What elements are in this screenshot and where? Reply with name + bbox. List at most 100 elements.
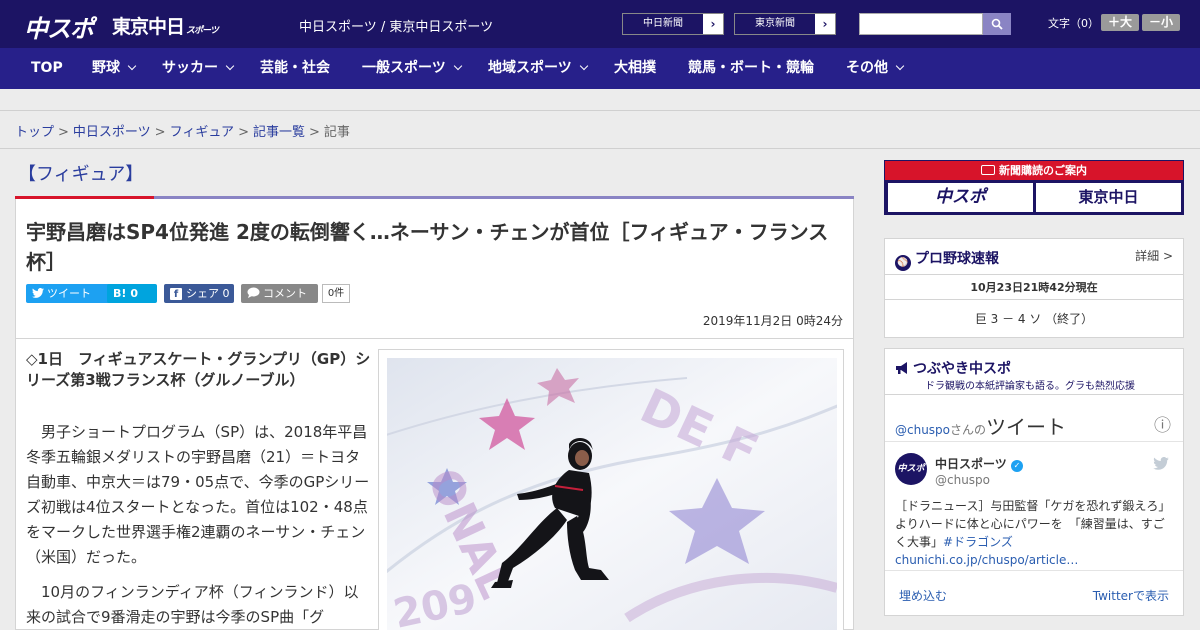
nav-item-other[interactable]: その他 [846, 48, 905, 89]
search-input[interactable] [859, 13, 983, 35]
chunichi-shimbun-button[interactable]: 中日新聞 › [622, 13, 724, 35]
nav-label: サッカー [162, 60, 218, 76]
tsubuyaki-title: つぶやき中スポ [895, 358, 1011, 378]
tweet-user-handle[interactable]: @chuspo [935, 473, 990, 487]
article-photo-frame: ONAL DE F 209 [378, 349, 844, 630]
article-photo[interactable]: ONAL DE F 209 [387, 358, 837, 630]
breadcrumb-article-list[interactable]: 記事一覧 [253, 125, 305, 140]
article-paragraph: 10月のフィンランディア杯（フィンランド）以来の試合で9番滑走の宇野は今季のSP… [26, 583, 359, 626]
chuspo-logo[interactable]: 中スポ [24, 9, 94, 44]
subscription-logo-tokyo: 東京中日 [1036, 183, 1181, 212]
chevron-down-icon [453, 61, 462, 71]
breadcrumb-chunichi-sports[interactable]: 中日スポーツ [73, 125, 151, 140]
tokyo-shimbun-label: 東京新聞 [735, 14, 815, 34]
speech-bubble-icon [247, 287, 260, 298]
nav-item-baseball[interactable]: 野球 [92, 48, 137, 89]
breadcrumb: トップ > 中日スポーツ > フィギュア > 記事一覧 > 記事 [15, 121, 350, 140]
tsubuyaki-title-text: つぶやき中スポ [913, 361, 1011, 377]
tweet-link[interactable]: chunichi.co.jp/chuspo/article… [895, 553, 1078, 567]
avatar[interactable]: 中スポ [895, 453, 927, 485]
tweet-heading: ツイート [986, 415, 1067, 439]
search-button[interactable] [983, 13, 1011, 35]
divider [0, 110, 1200, 111]
nav-item-top[interactable]: TOP [31, 48, 63, 89]
subscription-banner[interactable]: 新聞購読のご案内 中スポ 東京中日 [884, 160, 1184, 215]
breadcrumb-current: 記事 [323, 125, 350, 140]
baseball-score[interactable]: 巨 3 － 4 ソ （終了） [885, 310, 1183, 327]
nav-label: その他 [846, 60, 888, 76]
skater-photo-illustration: ONAL DE F 209 [387, 358, 837, 630]
breadcrumb-sep: > [308, 125, 320, 140]
hatena-icon: B! [113, 287, 127, 300]
subscription-title-text: 新聞購読のご案内 [999, 164, 1087, 177]
divider [0, 148, 1200, 149]
baseball-icon: ⚾ [895, 255, 911, 271]
comment-button[interactable]: コメント [241, 284, 318, 303]
tweet-user-name-text: 中日スポーツ [935, 457, 1007, 471]
breadcrumb-top[interactable]: トップ [15, 125, 54, 140]
tsubuyaki-subtitle: ドラ観戦の本紙評論家も語る。グラも熱烈応援 [925, 381, 1135, 392]
divider [885, 274, 1183, 275]
subscription-logo-chuspo: 中スポ [888, 183, 1033, 212]
nav-item-sumo[interactable]: 大相撲 [614, 48, 656, 89]
tweet-user-name[interactable]: 中日スポーツ ✓ [935, 455, 1023, 472]
baseball-detail-link[interactable]: 詳細 > [1135, 247, 1173, 264]
nav-label: 一般スポーツ [362, 60, 446, 76]
divider [885, 299, 1183, 300]
twitter-bird-icon[interactable] [1153, 455, 1169, 474]
top-header: 中スポ 東京中日 スポーツ 中日スポーツ / 東京中日スポーツ 中日新聞 › 東京… [0, 0, 1200, 48]
tokyo-logo-small: スポーツ [186, 26, 219, 36]
account-handle-link[interactable]: @chuspo [895, 423, 950, 437]
nav-item-entertainment[interactable]: 芸能・社会 [260, 48, 330, 89]
article-box: 宇野昌磨はSP4位発進 2度の転倒響く…ネーサン・チェンが首位［フィギュア・フラ… [15, 199, 854, 630]
facebook-count: 0 [222, 287, 230, 300]
article-paragraph: 男子ショートプログラム（SP）は、2018年平昌冬季五輪銀メダリストの宇野昌磨（… [26, 423, 370, 566]
megaphone-icon [895, 361, 909, 375]
divider [885, 394, 1183, 395]
chevron-down-icon [895, 61, 905, 71]
tweet-label: ツイート [47, 287, 91, 300]
article-headline: 宇野昌磨はSP4位発進 2度の転倒響く…ネーサン・チェンが首位［フィギュア・フラ… [26, 220, 829, 274]
baseball-score-widget: ⚾ プロ野球速報 詳細 > 10月23日21時42分現在 巨 3 － 4 ソ （終… [884, 238, 1184, 338]
tweet-button[interactable]: ツイート [26, 284, 117, 303]
font-size-label: 文字（0） [1048, 17, 1099, 30]
chunichi-shimbun-label: 中日新聞 [623, 14, 703, 34]
font-smaller-button[interactable]: －小 [1142, 14, 1180, 31]
facebook-share-button[interactable]: f シェア 0 [164, 284, 234, 303]
baseball-title-text: プロ野球速報 [915, 251, 999, 267]
comment-label: コメント [263, 287, 307, 300]
hatena-bookmark-button[interactable]: B! 0 [107, 284, 157, 303]
nav-label: 芸能・社会 [260, 60, 330, 76]
nav-item-local-sports[interactable]: 地域スポーツ [488, 48, 588, 89]
tweet-text: ［ドラニュース］与田監督「ケガを恐れず鍛えろ」 よりハードに体と心にパワーを 「… [895, 499, 1177, 549]
divider [885, 441, 1183, 442]
facebook-share-label: シェア [186, 287, 219, 300]
chevron-down-icon [225, 61, 235, 71]
tokyo-logo-text: 東京中日 [112, 16, 185, 38]
nav-item-soccer[interactable]: サッカー [162, 48, 235, 89]
embed-link[interactable]: 埋め込む [899, 587, 947, 604]
breadcrumb-sep: > [154, 125, 166, 140]
breadcrumb-sep: > [58, 125, 69, 140]
font-larger-button[interactable]: ＋大 [1101, 14, 1139, 31]
nav-label: TOP [31, 60, 63, 76]
breadcrumb-figure[interactable]: フィギュア [170, 125, 234, 140]
tweet-hashtag[interactable]: #ドラゴンズ [943, 535, 1013, 549]
nav-item-general-sports[interactable]: 一般スポーツ [362, 48, 462, 89]
nav-label: 野球 [92, 60, 120, 76]
main-nav: TOP 野球 サッカー 芸能・社会 一般スポーツ 地域スポーツ 大相撲 競馬・ボ… [0, 48, 1200, 89]
tokyo-chunichi-logo[interactable]: 東京中日 スポーツ [112, 12, 219, 39]
category-heading: 【フィギュア】 [18, 164, 144, 185]
view-on-twitter-link[interactable]: Twitterで表示 [1093, 587, 1169, 604]
nav-item-racing[interactable]: 競馬・ボート・競輪 [688, 48, 814, 89]
comment-count: 0件 [322, 284, 350, 303]
baseball-widget-title: ⚾ プロ野球速報 [895, 248, 999, 271]
tsubuyaki-widget: つぶやき中スポ ドラ観戦の本紙評論家も語る。グラも熱烈応援 @chuspoさんの… [884, 348, 1184, 616]
nav-label: 大相撲 [614, 60, 656, 76]
tweet-widget-header: @chuspoさんのツイート [895, 411, 1066, 440]
divider [885, 570, 1183, 571]
chevron-right-icon: › [822, 17, 828, 31]
info-icon[interactable]: ⓘ [1154, 411, 1171, 436]
tokyo-shimbun-button[interactable]: 東京新聞 › [734, 13, 836, 35]
newspaper-icon [981, 165, 995, 175]
